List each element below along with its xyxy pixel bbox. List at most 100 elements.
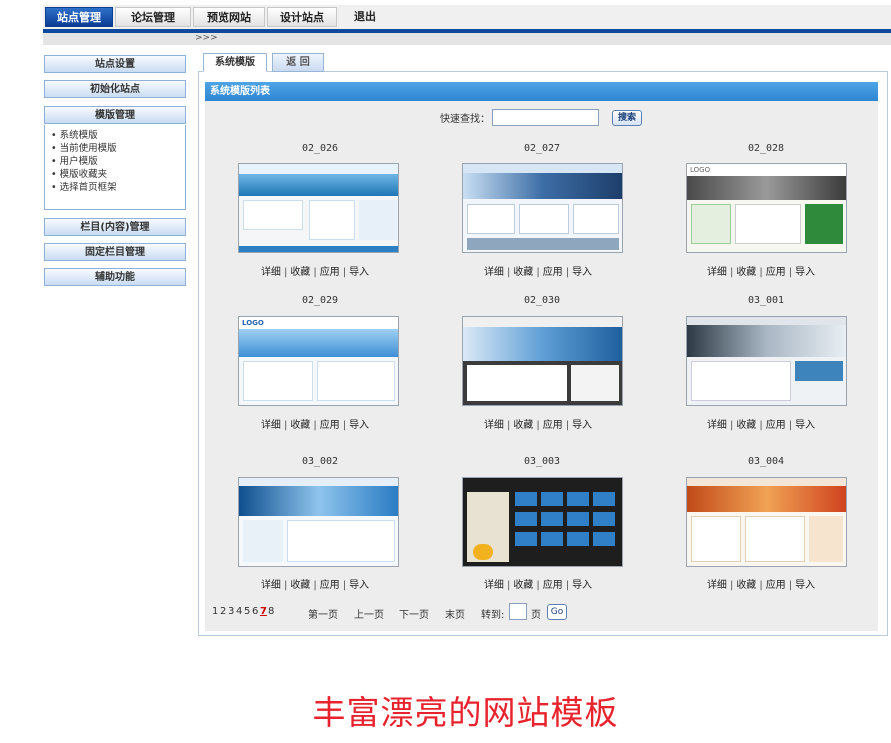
template-name: 03_003	[523, 456, 561, 467]
submenu-user-templates[interactable]: 用户模版	[51, 155, 185, 168]
apply-link[interactable]: 应用	[543, 420, 563, 431]
submenu-homepage-frame[interactable]: 选择首页框架	[51, 181, 185, 194]
page-number[interactable]: 8	[268, 606, 274, 617]
sidebar-site-settings[interactable]: 站点设置	[44, 55, 186, 73]
collect-link[interactable]: 收藏	[513, 420, 533, 431]
template-thumbnail[interactable]	[238, 477, 399, 567]
submenu-system-templates[interactable]: 系统模版	[51, 129, 185, 142]
import-link[interactable]: 导入	[349, 420, 369, 431]
collect-link[interactable]: 收藏	[736, 580, 756, 591]
apply-link[interactable]: 应用	[320, 580, 340, 591]
collect-link[interactable]: 收藏	[290, 267, 310, 278]
collect-link[interactable]: 收藏	[290, 580, 310, 591]
template-thumbnail[interactable]	[238, 163, 399, 253]
goto-label: 转到:	[481, 610, 505, 621]
template-name: 02_030	[523, 295, 561, 306]
import-link[interactable]: 导入	[349, 267, 369, 278]
template-actions: 详细 | 收藏 | 应用 | 导入	[260, 267, 370, 278]
page-unit-label: 页	[531, 610, 541, 621]
collect-link[interactable]: 收藏	[513, 267, 533, 278]
template-actions: 详细 | 收藏 | 应用 | 导入	[483, 420, 593, 431]
detail-link[interactable]: 详细	[484, 580, 504, 591]
sidebar-template-management[interactable]: 模版管理	[44, 106, 186, 124]
sidebar-column-management[interactable]: 栏目(内容)管理	[44, 218, 186, 236]
apply-link[interactable]: 应用	[320, 420, 340, 431]
import-link[interactable]: 导入	[349, 580, 369, 591]
template-thumbnail[interactable]	[686, 316, 847, 406]
import-link[interactable]: 导入	[795, 420, 815, 431]
import-link[interactable]: 导入	[572, 580, 592, 591]
apply-link[interactable]: 应用	[766, 420, 786, 431]
page-number[interactable]: 4	[236, 606, 242, 617]
search-button[interactable]: 搜索	[612, 110, 642, 126]
thumbnail-logo: LOGO	[687, 164, 846, 176]
apply-link[interactable]: 应用	[320, 267, 340, 278]
apply-link[interactable]: 应用	[766, 267, 786, 278]
detail-link[interactable]: 详细	[261, 267, 281, 278]
template-actions: 详细 | 收藏 | 应用 | 导入	[483, 580, 593, 591]
current-page-number[interactable]: 7	[260, 606, 267, 617]
first-page-link[interactable]: 第一页	[308, 606, 338, 621]
collect-link[interactable]: 收藏	[290, 420, 310, 431]
apply-link[interactable]: 应用	[543, 267, 563, 278]
search-input[interactable]	[492, 109, 599, 126]
detail-link[interactable]: 详细	[484, 267, 504, 278]
template-name: 02_028	[747, 143, 785, 154]
template-thumbnail[interactable]: LOGO	[686, 163, 847, 253]
goto-page-input[interactable]	[509, 603, 527, 620]
template-name: 03_002	[301, 456, 339, 467]
template-actions: 详细 | 收藏 | 应用 | 导入	[706, 267, 816, 278]
template-actions: 详细 | 收藏 | 应用 | 导入	[706, 580, 816, 591]
collect-link[interactable]: 收藏	[736, 420, 756, 431]
thumbnail-logo: LOGO	[239, 317, 398, 329]
template-name: 02_027	[523, 143, 561, 154]
template-thumbnail[interactable]	[462, 316, 623, 406]
tab-site-management[interactable]: 站点管理	[45, 7, 113, 27]
sidebar-aux-functions[interactable]: 辅助功能	[44, 268, 186, 286]
tab-system-templates[interactable]: 系统模版	[203, 53, 267, 72]
detail-link[interactable]: 详细	[261, 420, 281, 431]
detail-link[interactable]: 详细	[707, 267, 727, 278]
page-number[interactable]: 6	[252, 606, 258, 617]
template-actions: 详细 | 收藏 | 应用 | 导入	[483, 267, 593, 278]
detail-link[interactable]: 详细	[707, 580, 727, 591]
template-thumbnail[interactable]	[462, 477, 623, 567]
collect-link[interactable]: 收藏	[513, 580, 533, 591]
sidebar-init-site[interactable]: 初始化站点	[44, 80, 186, 98]
template-thumbnail[interactable]: LOGO	[238, 316, 399, 406]
last-page-link[interactable]: 末页	[445, 606, 465, 621]
apply-link[interactable]: 应用	[766, 580, 786, 591]
template-name: 03_001	[747, 295, 785, 306]
page-number[interactable]: 5	[244, 606, 250, 617]
page-number[interactable]: 1	[212, 606, 218, 617]
page-number[interactable]: 3	[228, 606, 234, 617]
submenu-current-template[interactable]: 当前使用模版	[51, 142, 185, 155]
template-name: 03_004	[747, 456, 785, 467]
detail-link[interactable]: 详细	[484, 420, 504, 431]
detail-link[interactable]: 详细	[707, 420, 727, 431]
sidebar-fixed-column-management[interactable]: 固定栏目管理	[44, 243, 186, 261]
logout-link[interactable]: 退出	[354, 7, 376, 27]
tab-design-site[interactable]: 设计站点	[267, 7, 337, 27]
template-actions: 详细 | 收藏 | 应用 | 导入	[260, 420, 370, 431]
import-link[interactable]: 导入	[795, 267, 815, 278]
template-thumbnail[interactable]	[462, 163, 623, 253]
import-link[interactable]: 导入	[572, 420, 592, 431]
import-link[interactable]: 导入	[795, 580, 815, 591]
breadcrumb-text: >>>	[195, 33, 218, 43]
tab-forum-management[interactable]: 论坛管理	[115, 7, 191, 27]
tab-preview-site[interactable]: 预览网站	[193, 7, 265, 27]
collect-link[interactable]: 收藏	[736, 267, 756, 278]
search-label: 快速查找：	[440, 114, 490, 125]
next-page-link[interactable]: 下一页	[399, 606, 429, 621]
import-link[interactable]: 导入	[572, 267, 592, 278]
prev-page-link[interactable]: 上一页	[354, 606, 384, 621]
promo-caption: 丰富漂亮的网站模板	[312, 693, 619, 732]
template-thumbnail[interactable]	[686, 477, 847, 567]
page-number[interactable]: 2	[220, 606, 226, 617]
tab-back[interactable]: 返 回	[272, 53, 324, 72]
apply-link[interactable]: 应用	[543, 580, 563, 591]
go-button[interactable]: Go	[547, 604, 567, 620]
submenu-template-favorites[interactable]: 模版收藏夹	[51, 168, 185, 181]
detail-link[interactable]: 详细	[261, 580, 281, 591]
